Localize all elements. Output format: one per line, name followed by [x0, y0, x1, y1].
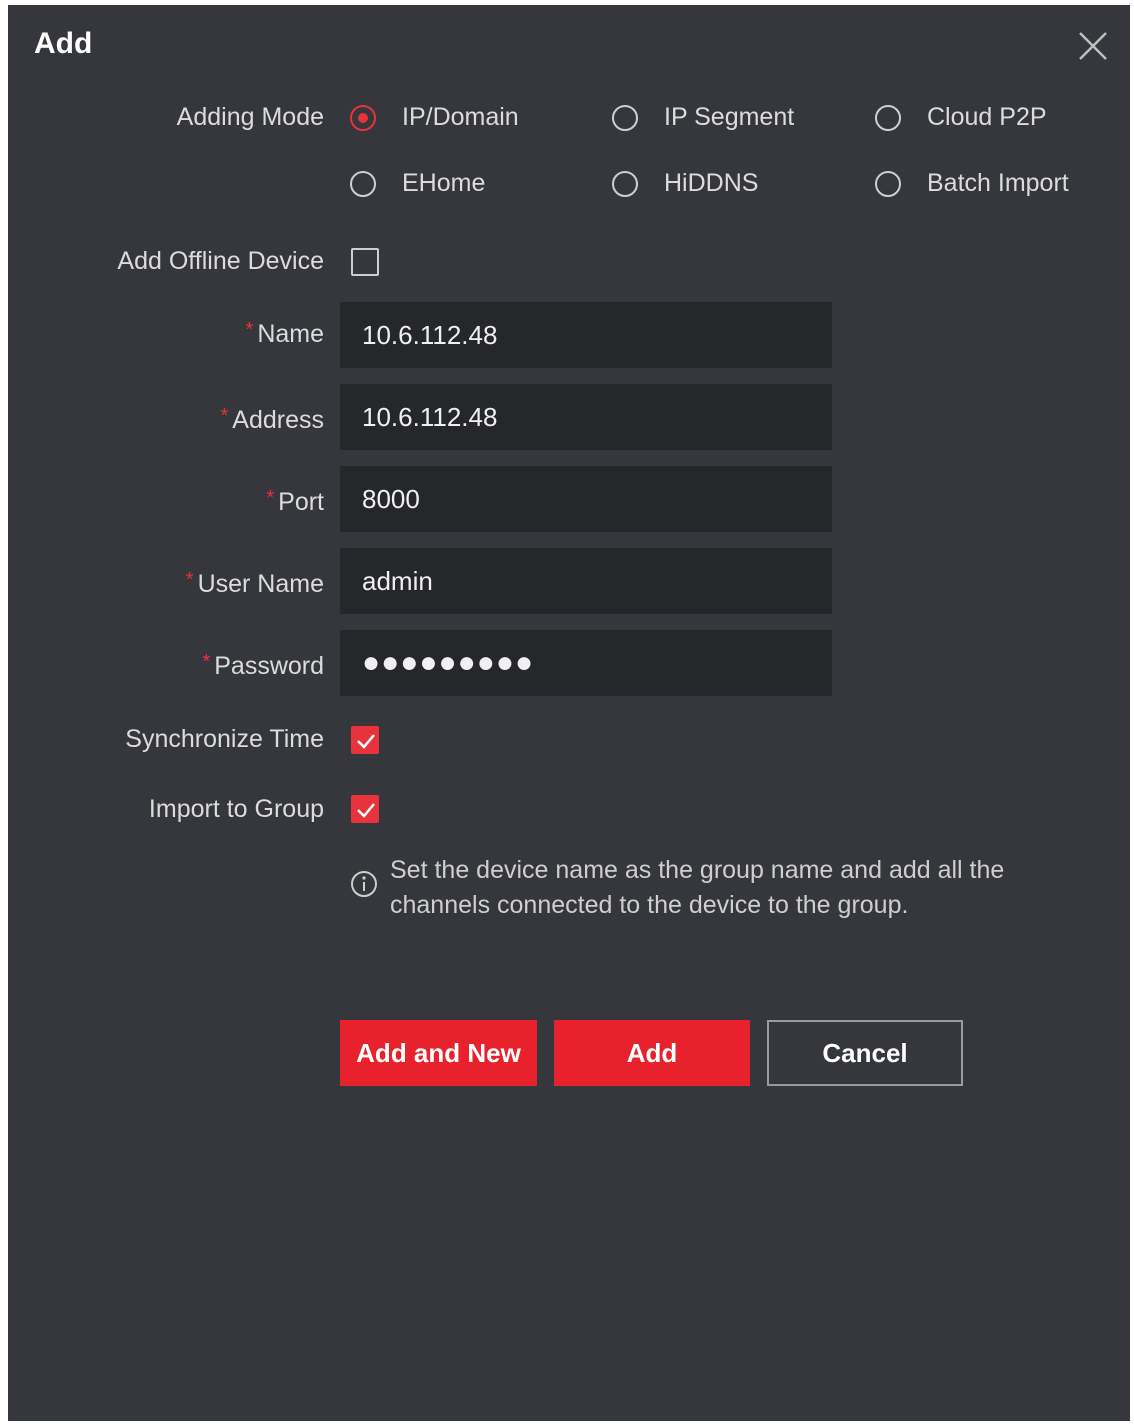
required-mark: * [220, 405, 229, 427]
required-mark: * [245, 319, 254, 341]
name-label: * Name [246, 319, 324, 349]
radio-label: Batch Import [927, 169, 1069, 197]
radio-cloud-p2p[interactable]: Cloud P2P [875, 103, 1047, 132]
add-and-new-button[interactable]: Add and New [340, 1020, 537, 1086]
radio-icon [875, 170, 901, 197]
user-name-label: * User Name [186, 569, 324, 599]
hint-text: Set the device name as the group name an… [390, 856, 1005, 919]
synchronize-time-checkbox[interactable] [351, 726, 379, 754]
import-group-hint: Set the device name as the group name an… [350, 853, 1070, 923]
address-label-text: Address [232, 406, 324, 434]
user-name-label-text: User Name [197, 570, 324, 598]
radio-batch-import[interactable]: Batch Import [875, 169, 1069, 198]
radio-label: IP/Domain [402, 103, 519, 131]
required-mark: * [202, 651, 211, 673]
port-input[interactable]: 8000 [340, 466, 832, 532]
import-to-group-label: Import to Group [148, 795, 324, 823]
radio-ehome[interactable]: EHome [350, 169, 485, 198]
radio-label: IP Segment [664, 103, 795, 131]
import-to-group-checkbox[interactable] [351, 795, 379, 823]
name-label-text: Name [257, 320, 324, 348]
info-icon [351, 871, 377, 897]
radio-hiddns[interactable]: HiDDNS [612, 169, 758, 198]
port-label-text: Port [278, 488, 324, 516]
check-icon [357, 803, 375, 818]
check-icon [357, 734, 375, 749]
add-button[interactable]: Add [554, 1020, 750, 1086]
radio-icon [875, 104, 901, 131]
user-name-input[interactable]: admin [340, 548, 832, 614]
radio-icon [350, 170, 376, 197]
radio-label: HiDDNS [664, 169, 759, 197]
add-offline-device-checkbox[interactable] [351, 248, 379, 276]
synchronize-time-label: Synchronize Time [125, 725, 324, 753]
add-device-dialog: Add Adding Mode IP/Domain IP Segment Clo… [8, 5, 1130, 1421]
dialog-title: Add [34, 27, 93, 60]
radio-ip-segment[interactable]: IP Segment [612, 103, 794, 132]
required-mark: * [266, 487, 275, 509]
address-input[interactable]: 10.6.112.48 [340, 384, 832, 450]
radio-label: Cloud P2P [927, 103, 1047, 131]
required-mark: * [185, 569, 194, 591]
port-label: * Port [266, 487, 324, 517]
password-label-text: Password [214, 652, 324, 680]
password-input[interactable]: ●●●●●●●●● [340, 630, 832, 696]
radio-label: EHome [402, 169, 486, 197]
radio-selected-icon [350, 104, 376, 131]
radio-ip-domain[interactable]: IP/Domain [350, 103, 519, 132]
cancel-button[interactable]: Cancel [767, 1020, 963, 1086]
password-label: * Password [202, 651, 324, 681]
adding-mode-label: Adding Mode [176, 103, 324, 131]
radio-icon [612, 170, 638, 197]
address-label: * Address [220, 405, 324, 435]
add-offline-device-label: Add Offline Device [117, 247, 324, 275]
close-icon[interactable] [1076, 29, 1110, 63]
name-input[interactable]: 10.6.112.48 [340, 302, 832, 368]
radio-icon [612, 104, 638, 131]
